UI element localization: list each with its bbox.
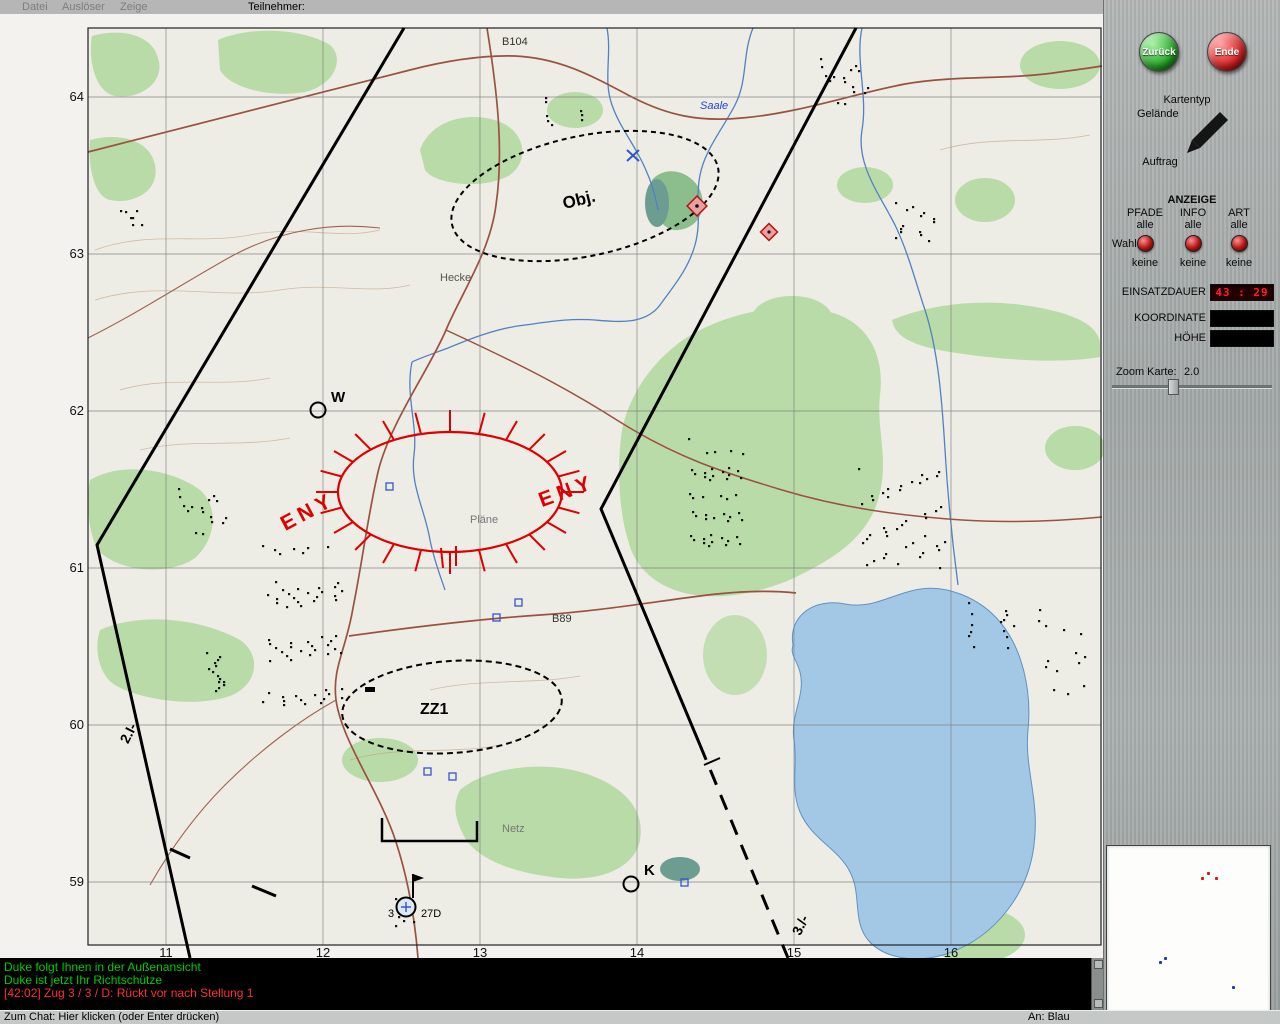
mission-time-label: EINSATZDAUER xyxy=(1121,286,1206,298)
coordinate-display xyxy=(1210,310,1274,327)
mission-time-display: 43 : 29 xyxy=(1210,284,1274,301)
grid-row-label: 62 xyxy=(70,403,84,418)
minimap-blue-dot xyxy=(1232,986,1235,989)
info-all-option[interactable]: alle xyxy=(1170,219,1216,231)
pfade-all-option[interactable]: alle xyxy=(1122,219,1168,231)
pfade-knob[interactable] xyxy=(1137,235,1154,252)
zoom-value: 2.0 xyxy=(1184,366,1200,378)
chat-message: [42:02] Zug 3 / 3 / D: Rückt vor nach St… xyxy=(4,986,254,1000)
place-label-hecke: Hecke xyxy=(440,272,471,284)
control-panel: Zurück Ende Kartentyp Gelände Auftrag AN… xyxy=(1103,0,1280,1024)
chat-log[interactable]: Duke folgt Ihnen in der Außenansicht Duk… xyxy=(0,958,1103,1010)
place-label-netz: Netz xyxy=(502,823,525,835)
tactical-map[interactable]: Obj. ZZ1 ENY ENY W K 3 27D 2.I- 3./- B10… xyxy=(0,14,1105,963)
grid-col-label: 13 xyxy=(473,945,487,958)
pfade-none-option[interactable]: keine xyxy=(1122,257,1168,269)
elevation-display xyxy=(1210,330,1274,347)
chat-scrollbar[interactable] xyxy=(1091,958,1103,1010)
waypoint-k-label: K xyxy=(644,862,655,879)
minimap-red-dot xyxy=(1215,877,1218,880)
art-none-option[interactable]: keine xyxy=(1216,257,1262,269)
column-info-title: INFO xyxy=(1179,207,1207,219)
art-all-option[interactable]: alle xyxy=(1216,219,1262,231)
zoom-slider-track[interactable] xyxy=(1112,385,1272,389)
place-label-plaene: Pläne xyxy=(470,514,498,526)
end-button[interactable]: Ende xyxy=(1207,32,1247,72)
grid-col-label: 14 xyxy=(630,945,644,958)
minimap-blue-dot xyxy=(1159,961,1162,964)
map-area[interactable]: Obj. ZZ1 ENY ENY W K 3 27D 2.I- 3./- B10… xyxy=(0,14,1105,963)
grid-row-label: 63 xyxy=(70,246,84,261)
minimap-red-dot xyxy=(1201,877,1204,880)
menu-datei[interactable]: Datei xyxy=(22,0,48,14)
info-knob[interactable] xyxy=(1185,235,1202,252)
mission-label[interactable]: Auftrag xyxy=(1110,156,1210,168)
select-label: Wahl xyxy=(1112,238,1137,250)
minimap-blue-dot xyxy=(1164,957,1167,960)
map-type-label: Kartentyp xyxy=(1163,94,1211,106)
scroll-down-icon[interactable] xyxy=(1094,999,1103,1008)
art-knob[interactable] xyxy=(1231,235,1248,252)
minimap-red-dot xyxy=(1207,872,1210,875)
grid-row-label: 61 xyxy=(70,560,84,575)
place-label-saale: Saale xyxy=(700,100,728,112)
pen-icon[interactable] xyxy=(1184,110,1230,156)
chat-message: Duke folgt Ihnen in der Außenansicht xyxy=(4,960,201,974)
back-button[interactable]: Zurück xyxy=(1139,32,1179,72)
grid-row-label: 59 xyxy=(70,874,84,889)
grid-col-label: 11 xyxy=(159,945,173,958)
place-label-b104: B104 xyxy=(502,36,528,48)
grid-row-label: 64 xyxy=(70,89,84,104)
status-bar: Zum Chat: Hier klicken (oder Enter drück… xyxy=(0,1010,1280,1024)
column-pfade-title: PFADE xyxy=(1126,207,1164,219)
map-type-value[interactable]: Gelände xyxy=(1137,108,1179,120)
info-none-option[interactable]: keine xyxy=(1170,257,1216,269)
grid-col-label: 15 xyxy=(787,945,801,958)
menu-bar: Datei Auslöser Zeige Teilnehmer: xyxy=(0,0,1103,15)
overview-minimap[interactable] xyxy=(1106,845,1271,1013)
unit-number-label: 3 xyxy=(388,908,394,920)
app-window: Datei Auslöser Zeige Teilnehmer: Obj. ZZ… xyxy=(0,0,1280,1024)
chat-hint[interactable]: Zum Chat: Hier klicken (oder Enter drück… xyxy=(4,1011,219,1024)
waypoint-w-label: W xyxy=(331,389,346,406)
grid-row-label: 60 xyxy=(70,717,84,732)
participants-label: Teilnehmer: xyxy=(248,1,305,13)
menu-zeige[interactable]: Zeige xyxy=(120,0,148,14)
chat-recipient[interactable]: An: Blau xyxy=(1028,1011,1070,1024)
zoom-slider-thumb[interactable] xyxy=(1168,379,1179,395)
elevation-label: HÖHE xyxy=(1174,332,1206,344)
grid-col-label: 16 xyxy=(944,945,958,958)
display-section-label: ANZEIGE xyxy=(1167,194,1217,206)
grid-col-label: 12 xyxy=(316,945,330,958)
place-label-b89: B89 xyxy=(552,613,572,625)
unit-name-label: 27D xyxy=(421,908,441,920)
assembly-area-label: ZZ1 xyxy=(420,701,449,718)
scroll-up-icon[interactable] xyxy=(1094,960,1103,969)
column-art-title: ART xyxy=(1228,207,1250,219)
zoom-label: Zoom Karte: xyxy=(1116,366,1177,378)
coordinate-label: KOORDINATE xyxy=(1134,312,1206,324)
menu-ausloeser[interactable]: Auslöser xyxy=(62,0,105,14)
